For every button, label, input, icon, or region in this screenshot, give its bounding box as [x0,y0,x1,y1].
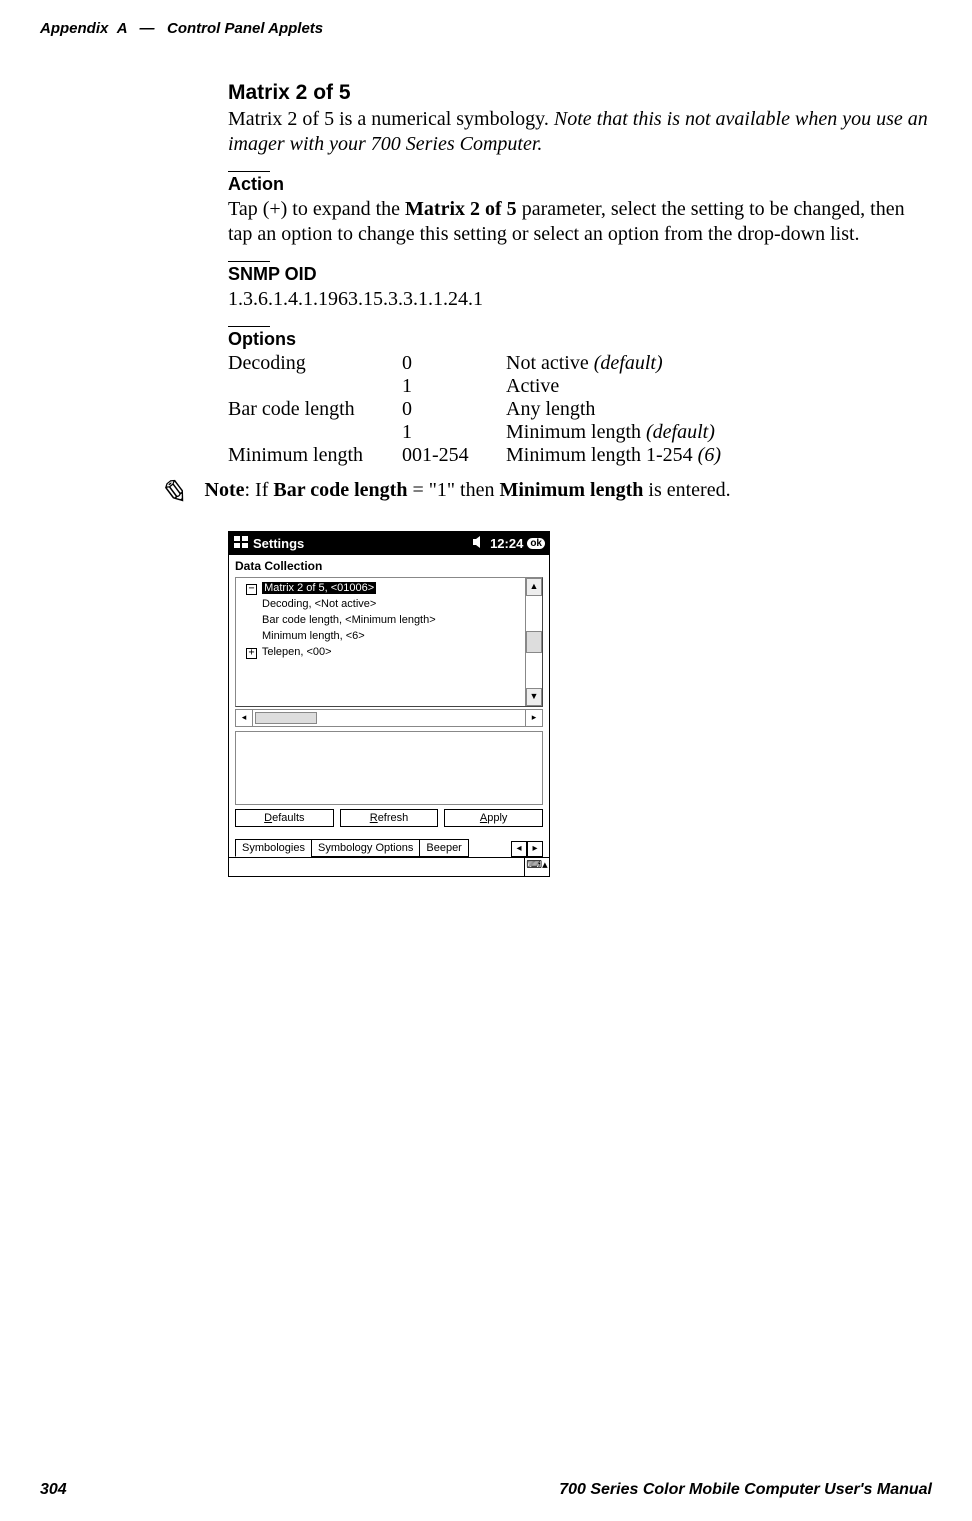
table-row: Bar code length 0 Any length [228,398,735,421]
tab-symbology-options[interactable]: Symbology Options [311,839,420,857]
scroll-right-button[interactable]: ▸ [525,710,542,726]
note-text: Note: If Bar code length = "1" then Mini… [205,479,731,502]
note-icon: ✎ [158,473,187,513]
page-number: 304 [40,1481,67,1499]
scroll-left-button[interactable]: ◂ [236,710,253,726]
cell: 0 [402,398,506,421]
cell: Bar code length [228,398,402,421]
tree-item[interactable]: Decoding, <Not active> [240,597,520,613]
tree-item[interactable]: + Telepen, <00> [240,645,520,661]
header-title: Control Panel Applets [167,20,323,37]
scroll-track[interactable] [253,710,525,726]
scroll-up-button[interactable]: ▲ [526,578,542,596]
speaker-icon[interactable] [472,535,486,552]
table-row: Minimum length 001-254 Minimum length 1-… [228,444,735,467]
action-heading-text: Action [228,174,284,194]
table-row: 1 Minimum length (default) [228,421,735,444]
action-heading: Action [228,171,928,195]
section-intro: Matrix 2 of 5 is a numerical symbology. … [228,107,928,157]
action-pre: Tap (+) to expand the [228,198,405,220]
tree-item[interactable]: Bar code length, <Minimum length> [240,613,520,629]
table-row: 1 Active [228,375,735,398]
tabs: Symbologies Symbology Options Beeper ◂ ▸ [235,839,543,857]
cell: Minimum length [228,444,402,467]
heading-rule [228,261,270,262]
action-bold: Matrix 2 of 5 [405,198,517,220]
start-icon[interactable] [233,534,249,553]
note-row: ✎ Note: If Bar code length = "1" then Mi… [158,479,928,513]
scroll-track[interactable] [526,596,542,688]
options-heading-text: Options [228,329,296,349]
tab-beeper[interactable]: Beeper [419,839,468,857]
note-bold: Note [205,479,245,501]
cell: 1 [402,421,506,444]
cell [228,375,402,398]
scroll-thumb[interactable] [255,712,317,724]
scroll-thumb[interactable] [526,631,542,653]
cell: 0 [402,352,506,375]
expand-icon[interactable]: + [246,648,257,659]
manual-title: 700 Series Color Mobile Computer User's … [559,1481,932,1499]
cell: 001-254 [402,444,506,467]
page-footer: 304 700 Series Color Mobile Computer Use… [40,1481,932,1499]
ok-button[interactable]: ok [527,538,545,549]
apply-button[interactable]: Apply [444,809,543,827]
heading-rule [228,171,270,172]
vertical-scrollbar[interactable]: ▲ ▼ [525,578,542,706]
tab-scroll-right[interactable]: ▸ [527,841,543,857]
cell: Not active (default) [506,352,735,375]
tree-item[interactable]: Minimum length, <6> [240,629,520,645]
scroll-down-button[interactable]: ▼ [526,688,542,706]
cell [228,421,402,444]
tab-scroll-left[interactable]: ◂ [511,841,527,857]
detail-pane [235,731,543,805]
titlebar: Settings 12:24 ok [229,532,549,555]
cell: Decoding [228,352,402,375]
table-row: Decoding 0 Not active (default) [228,352,735,375]
tab-symbologies[interactable]: Symbologies [235,839,312,857]
cell: Any length [506,398,735,421]
sip-button[interactable]: ⌨▴ [524,858,549,876]
action-text: Tap (+) to expand the Matrix 2 of 5 para… [228,197,928,247]
tree-item[interactable]: − Matrix 2 of 5, <01006> [240,581,520,597]
horizontal-scrollbar[interactable]: ◂ ▸ [235,709,543,727]
header-letter: A [117,20,127,37]
device-screenshot: Settings 12:24 ok Data Collection − Matr… [228,531,550,877]
options-table: Decoding 0 Not active (default) 1 Active… [228,352,735,467]
cell: Minimum length (default) [506,421,735,444]
intro-plain: Matrix 2 of 5 is a numerical symbology. [228,108,554,130]
header-appendix: Appendix [40,20,108,37]
titlebar-title: Settings [253,536,304,551]
tree-selected[interactable]: Matrix 2 of 5, <01006> [262,582,376,594]
snmp-heading: SNMP OID [228,261,928,285]
cell: Minimum length 1-254 (6) [506,444,735,467]
tree-view[interactable]: − Matrix 2 of 5, <01006> Decoding, <Not … [235,577,543,707]
page-header: Appendix A — Control Panel Applets [40,20,932,37]
cell: 1 [402,375,506,398]
collapse-icon[interactable]: − [246,584,257,595]
snmp-heading-text: SNMP OID [228,264,317,284]
snmp-value: 1.3.6.1.4.1.1963.15.3.3.1.1.24.1 [228,287,928,312]
heading-rule [228,326,270,327]
titlebar-time: 12:24 [490,536,523,551]
header-dash: — [139,20,154,37]
refresh-button[interactable]: Refresh [340,809,439,827]
cell: Active [506,375,735,398]
defaults-button[interactable]: Defaults [235,809,334,827]
app-title: Data Collection [229,555,549,575]
section-title: Matrix 2 of 5 [228,81,928,105]
options-heading: Options [228,326,928,350]
